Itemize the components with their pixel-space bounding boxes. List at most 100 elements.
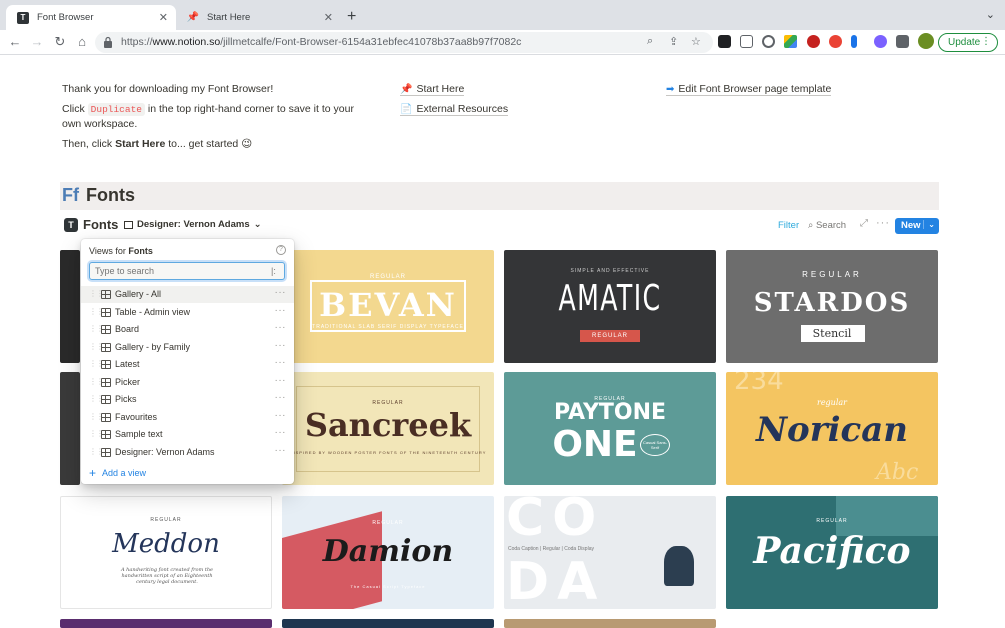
view-item[interactable]: ⋮⋮ Latest ··· — [81, 356, 294, 373]
lock-icon — [104, 36, 112, 48]
close-tab-icon[interactable]: ✕ — [324, 11, 333, 24]
card-title: Damion — [322, 534, 454, 569]
chevron-down-icon[interactable]: ⌄ — [923, 220, 935, 229]
section-title: Fonts — [86, 185, 135, 205]
tab-title: Start Here — [207, 12, 251, 23]
gallery-card-amatic[interactable]: SIMPLE AND EFFECTIVE AMATIC REGULAR — [504, 250, 716, 363]
view-search-input[interactable] — [89, 262, 285, 280]
forward-icon[interactable]: → — [29, 34, 45, 49]
tab-font-browser[interactable]: T Font Browser ✕ — [6, 5, 176, 30]
intro-line: Then, click Start Here to... get started… — [62, 138, 253, 150]
database-title[interactable]: Fonts — [83, 217, 118, 232]
card-title: Sancreek — [304, 406, 472, 444]
kebab-menu-icon[interactable]: ⋮ — [981, 36, 991, 47]
gallery-icon — [101, 290, 111, 299]
more-icon[interactable]: ··· — [275, 287, 287, 298]
database-header: T Fonts Designer: Vernon Adams ⌄ Filter … — [60, 215, 939, 237]
edit-template-link[interactable]: ➡ Edit Font Browser page template — [666, 83, 832, 96]
extension-icon[interactable] — [807, 35, 820, 48]
pushpin-icon: 📌 — [186, 12, 200, 23]
drive-icon[interactable] — [784, 35, 797, 48]
share-icon[interactable]: ⇪ — [669, 35, 678, 48]
search-button[interactable]: ⌕ Search — [808, 220, 846, 231]
new-tab-icon[interactable]: + — [347, 8, 356, 26]
extension-icon[interactable] — [718, 35, 731, 48]
view-item[interactable]: ⋮⋮ Favourites ··· — [81, 409, 294, 426]
more-icon[interactable]: ··· — [275, 357, 287, 368]
card-title: BEVAN — [319, 286, 457, 324]
duplicate-code: Duplicate — [87, 103, 145, 116]
more-icon[interactable]: ··· — [275, 427, 287, 438]
view-item[interactable]: ⋮⋮ Gallery - All ··· — [81, 286, 294, 303]
chevron-down-icon[interactable]: ⌄ — [986, 8, 995, 21]
card-title: AMATIC — [558, 278, 662, 319]
gallery-card[interactable] — [60, 372, 80, 485]
back-icon[interactable]: ← — [7, 34, 23, 49]
start-here-link[interactable]: 📌 Start Here — [400, 83, 465, 96]
gallery-card[interactable] — [282, 619, 494, 628]
more-icon[interactable]: ··· — [275, 445, 287, 456]
extension-icon[interactable] — [829, 35, 842, 48]
intro-line: Thank you for downloading my Font Browse… — [62, 83, 274, 95]
url-text: https://www.notion.so/jillmetcalfe/Font-… — [121, 36, 522, 48]
gallery-icon — [124, 220, 133, 229]
gallery-card[interactable] — [60, 250, 80, 363]
gallery-icon — [101, 447, 111, 457]
new-button[interactable]: New ⌄ — [895, 218, 939, 234]
zoom-icon[interactable]: ⌕ — [647, 35, 653, 48]
fonts-section-header: Ff Fonts — [60, 182, 939, 210]
view-item[interactable]: ⋮⋮ Picker ··· — [81, 374, 294, 391]
wink-emoji: 😉 — [241, 138, 253, 150]
more-icon[interactable]: ··· — [275, 410, 287, 421]
gallery-card-norican[interactable]: 234 regular Norican Abc — [726, 372, 938, 485]
view-item[interactable]: ⋮⋮ Gallery - by Family ··· — [81, 339, 294, 356]
extension-icon[interactable] — [851, 35, 857, 48]
card-title: CO — [506, 496, 605, 548]
expand-icon[interactable]: ⤢ — [860, 218, 868, 229]
card-title: Pacifico — [753, 530, 911, 572]
more-icon[interactable]: ··· — [275, 375, 287, 386]
gallery-card[interactable] — [60, 619, 272, 628]
more-icon[interactable]: ··· — [275, 305, 287, 316]
section-abbr: Ff — [62, 185, 79, 205]
gallery-card-paytone[interactable]: REGULAR PAYTONE ONE Casual Sans-Serif — [504, 372, 716, 485]
filter-button[interactable]: Filter — [778, 220, 799, 231]
gallery-card[interactable] — [504, 619, 716, 628]
view-item[interactable]: ⋮⋮ Board ··· — [81, 321, 294, 338]
gallery-card-pacifico[interactable]: REGULAR Pacifico — [726, 496, 938, 609]
help-icon[interactable]: ? — [276, 245, 286, 255]
tab-start-here[interactable]: 📌 Start Here ✕ — [176, 5, 341, 30]
avatar[interactable] — [918, 33, 934, 49]
extension-icon[interactable] — [874, 35, 887, 48]
gallery-card-sancreek[interactable]: REGULAR Sancreek INSPIRED BY WOODEN POST… — [282, 372, 494, 485]
close-tab-icon[interactable]: ✕ — [159, 11, 168, 24]
gallery-card-bevan[interactable]: REGULAR BEVAN TRADITIONAL SLAB SERIF DIS… — [282, 250, 494, 363]
gallery-card-coda[interactable]: CO Coda Caption | Regular | Coda Display… — [504, 496, 716, 609]
reload-icon[interactable]: ↻ — [52, 34, 68, 50]
view-item[interactable]: ⋮⋮ Sample text ··· — [81, 426, 294, 443]
view-item[interactable]: ⋮⋮ Designer: Vernon Adams ··· — [81, 444, 294, 461]
more-icon[interactable]: ··· — [275, 392, 287, 403]
view-item[interactable]: ⋮⋮ Table - Admin view ··· — [81, 304, 294, 321]
view-selector[interactable]: Designer: Vernon Adams ⌄ — [124, 219, 262, 230]
more-icon[interactable]: ··· — [275, 340, 287, 351]
gallery-card-meddon[interactable]: REGULAR Meddon A handwriting font create… — [60, 496, 272, 609]
home-icon[interactable]: ⌂ — [74, 34, 90, 49]
gallery-icon — [101, 412, 111, 422]
bookmark-star-icon[interactable]: ☆ — [691, 35, 701, 48]
gallery-card-stardos[interactable]: REGULAR STARDOS Stencil — [726, 250, 938, 363]
more-icon[interactable]: ··· — [275, 322, 287, 333]
pocket-icon[interactable] — [740, 35, 753, 48]
extension-icon[interactable] — [762, 35, 775, 48]
external-resources-link[interactable]: 📄 External Resources — [400, 103, 509, 116]
add-view-button[interactable]: + Add a view — [89, 466, 146, 480]
tab-title: Font Browser — [37, 12, 94, 23]
arrow-right-icon: ➡ — [666, 83, 675, 95]
board-icon — [101, 325, 111, 334]
puzzle-icon[interactable] — [896, 35, 909, 48]
gallery-card-damion[interactable]: REGULAR Damion The Casual Script Typefac… — [282, 496, 494, 609]
more-icon[interactable]: ··· — [876, 217, 890, 229]
update-button[interactable]: Update ⋮ — [938, 33, 998, 52]
view-item[interactable]: ⋮⋮ Picks ··· — [81, 391, 294, 408]
address-bar[interactable]: https://www.notion.so/jillmetcalfe/Font-… — [95, 32, 713, 53]
